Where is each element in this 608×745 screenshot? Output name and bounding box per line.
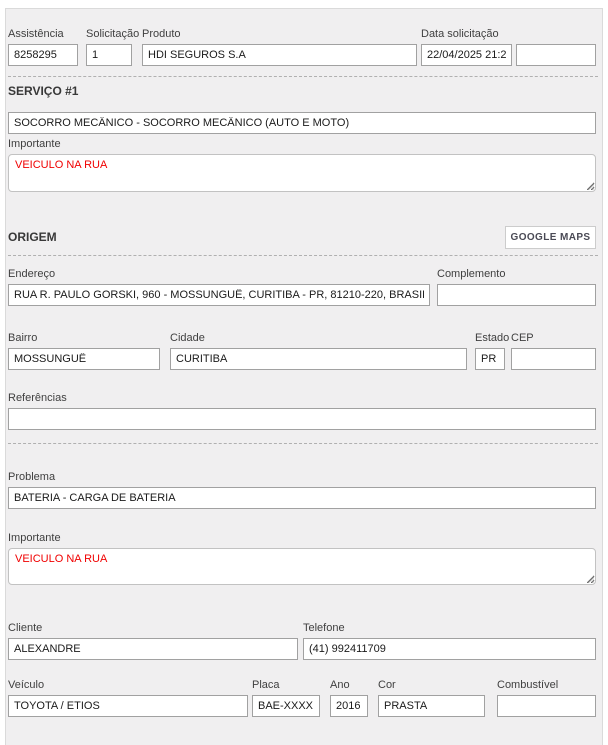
ano-label: Ano: [330, 678, 368, 692]
data-solicitacao-field: Data solicitação: [421, 27, 512, 66]
cor-label: Cor: [378, 678, 485, 692]
servico-importante-label: Importante: [8, 137, 596, 151]
combustivel-field: Combustível: [497, 678, 596, 717]
referencias-label: Referências: [8, 391, 596, 405]
produto-label: Produto: [142, 27, 417, 41]
data-solicitacao-input[interactable]: [421, 44, 512, 66]
complemento-label: Complemento: [437, 267, 596, 281]
problema-field: Problema: [8, 470, 596, 509]
endereco-field: Endereço: [8, 267, 430, 306]
cor-input[interactable]: [378, 695, 485, 717]
cidade-input[interactable]: [170, 348, 467, 370]
cliente-row: Cliente Telefone: [8, 621, 596, 660]
problema-label: Problema: [8, 470, 596, 484]
cliente-field: Cliente: [8, 621, 298, 660]
endereco-label: Endereço: [8, 267, 430, 281]
combustivel-input[interactable]: [497, 695, 596, 717]
telefone-field: Telefone: [303, 621, 596, 660]
bairro-field: Bairro: [8, 331, 160, 370]
assistencia-field: Assistência: [8, 27, 78, 66]
google-maps-button[interactable]: GOOGLE MAPS: [505, 226, 596, 249]
cor-field: Cor: [378, 678, 485, 717]
cep-input[interactable]: [511, 348, 596, 370]
endereco-input[interactable]: [8, 284, 430, 306]
combustivel-label: Combustível: [497, 678, 596, 692]
origem-section-title: ORIGEM: [8, 230, 57, 244]
assistencia-input[interactable]: [8, 44, 78, 66]
origem-importante-row: Importante VEICULO NA RUA: [8, 531, 596, 585]
separator-3: [8, 443, 598, 444]
cep-field: CEP: [511, 331, 596, 370]
extra-date-input[interactable]: [516, 44, 596, 66]
veiculo-input[interactable]: [8, 695, 248, 717]
data-solicitacao-label: Data solicitação: [421, 27, 512, 41]
complemento-input[interactable]: [437, 284, 596, 306]
ano-field: Ano: [330, 678, 368, 717]
veiculo-label: Veículo: [8, 678, 248, 692]
separator-2: [8, 255, 598, 256]
telefone-label: Telefone: [303, 621, 596, 635]
cliente-label: Cliente: [8, 621, 298, 635]
cidade-label: Cidade: [170, 331, 467, 345]
bairro-row: Bairro Cidade Estado CEP: [8, 331, 596, 370]
cep-label: CEP: [511, 331, 596, 345]
referencias-input[interactable]: [8, 408, 596, 430]
origem-importante-label: Importante: [8, 531, 596, 545]
bairro-input[interactable]: [8, 348, 160, 370]
ano-input[interactable]: [330, 695, 368, 717]
estado-label: Estado: [475, 331, 505, 345]
produto-input[interactable]: [142, 44, 417, 66]
produto-field: Produto: [142, 27, 417, 66]
referencias-row: Referências: [8, 391, 596, 430]
referencias-field: Referências: [8, 391, 596, 430]
estado-input[interactable]: [475, 348, 505, 370]
solicitacao-field: Solicitação: [86, 27, 132, 66]
extra-date-label: [516, 27, 596, 41]
complemento-field: Complemento: [437, 267, 596, 306]
separator-1: [8, 76, 598, 77]
problema-row: Problema: [8, 470, 596, 509]
bairro-label: Bairro: [8, 331, 160, 345]
placa-label: Placa: [252, 678, 320, 692]
veiculo-row: Veículo Placa Ano Cor Combustível: [8, 678, 596, 717]
solicitacao-input[interactable]: [86, 44, 132, 66]
cliente-input[interactable]: [8, 638, 298, 660]
origem-importante-textarea[interactable]: VEICULO NA RUA: [8, 548, 596, 585]
telefone-input[interactable]: [303, 638, 596, 660]
veiculo-field: Veículo: [8, 678, 248, 717]
servico-importante-textarea[interactable]: VEICULO NA RUA: [8, 154, 596, 192]
servico-section-title: SERVIÇO #1: [8, 84, 78, 98]
estado-field: Estado: [475, 331, 505, 370]
problema-input[interactable]: [8, 487, 596, 509]
solicitacao-label: Solicitação: [86, 27, 132, 41]
assistance-header-row: Assistência Solicitação Produto Data sol…: [8, 27, 596, 66]
servico-importante-field: Importante VEICULO NA RUA: [8, 137, 596, 192]
servico-importante-row: Importante VEICULO NA RUA: [8, 137, 596, 192]
cidade-field: Cidade: [170, 331, 467, 370]
assistencia-label: Assistência: [8, 27, 78, 41]
extra-date-field: [516, 27, 596, 66]
placa-field: Placa: [252, 678, 320, 717]
endereco-row: Endereço Complemento: [8, 267, 596, 306]
origem-importante-field: Importante VEICULO NA RUA: [8, 531, 596, 585]
placa-input[interactable]: [252, 695, 320, 717]
servico-tipo-input[interactable]: [8, 112, 596, 134]
servico-tipo-field: [8, 112, 596, 134]
servico-tipo-row: [8, 112, 596, 134]
